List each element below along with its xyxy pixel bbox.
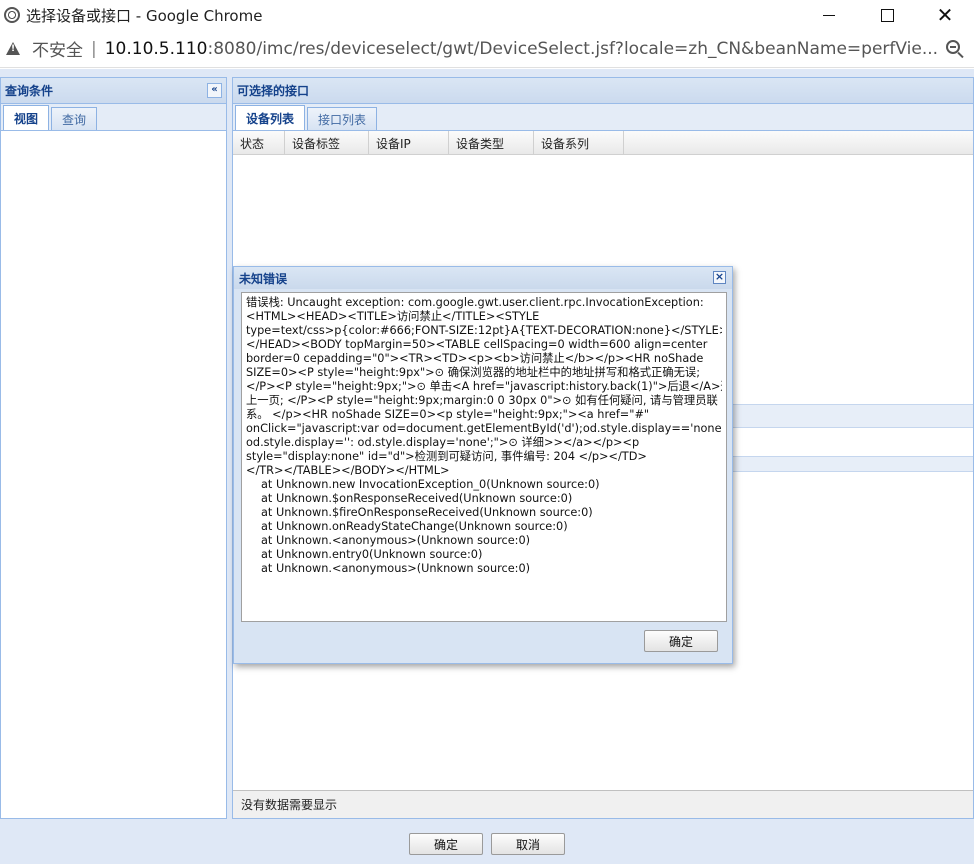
- dialog-close-icon[interactable]: ×: [713, 271, 726, 284]
- window-title: 选择设备或接口 - Google Chrome: [26, 6, 263, 25]
- error-message-line: 系。 </p><HR noShade SIZE=0><p style="heig…: [246, 408, 650, 421]
- stack-trace-line: at Unknown.<anonymous>(Unknown source:0): [261, 562, 531, 575]
- stack-trace-line: at Unknown.<anonymous>(Unknown source:0): [261, 534, 531, 547]
- error-message-line: </HEAD><BODY topMargin=50><TABLE cellSpa…: [246, 338, 708, 351]
- error-message-line: 上一页; </P><P style="height:9px;margin:0 0…: [246, 394, 718, 407]
- address-separator: |: [91, 38, 97, 59]
- error-message-line: </P><P style="height:9px;">⊙ 单击<A href="…: [246, 380, 722, 393]
- grid-header: 状态 设备标签 设备IP 设备类型 设备系列: [233, 131, 973, 155]
- error-message-line: od.style.display='': od.style.display='n…: [246, 436, 640, 449]
- error-message-line: SIZE=0><P style="height:9px">⊙ 确保浏览器的地址栏…: [246, 366, 701, 379]
- dialog-ok-button[interactable]: 确定: [644, 630, 718, 652]
- column-device-series[interactable]: 设备系列: [534, 131, 624, 155]
- right-tabstrip: 设备列表 接口列表: [233, 104, 973, 131]
- stack-trace-line: at Unknown.new InvocationException_0(Unk…: [261, 478, 600, 491]
- tab-device-list[interactable]: 设备列表: [235, 105, 306, 130]
- column-status[interactable]: 状态: [233, 131, 285, 155]
- dialog-header: 未知错误: [234, 267, 732, 289]
- unknown-error-dialog: 未知错误 × 错误栈: Uncaught exception: com.goog…: [233, 266, 733, 664]
- bottom-button-bar: 确定 取消: [0, 824, 974, 864]
- error-message-line: onClick="javascript:var od=document.getE…: [246, 422, 722, 435]
- selectable-interfaces-title: 可选择的接口: [237, 84, 310, 98]
- url-text[interactable]: 10.10.5.110:8080/imc/res/deviceselect/gw…: [105, 39, 938, 59]
- error-message-line: border=0 cepadding="0"><TR><TD><p><b>访问禁…: [246, 352, 704, 365]
- collapse-panel-icon[interactable]: «: [207, 83, 222, 98]
- chrome-app-icon: [4, 7, 20, 23]
- column-device-ip[interactable]: 设备IP: [369, 131, 449, 155]
- stack-trace-line: at Unknown.$fireOnResponseReceived(Unkno…: [261, 506, 593, 519]
- zoom-icon[interactable]: [946, 40, 960, 54]
- error-message-line: type=text/css>p{color:#666;FONT-SIZE:12p…: [246, 324, 722, 337]
- stack-trace-line: at Unknown.entry0(Unknown source:0): [261, 548, 483, 561]
- column-device-label[interactable]: 设备标签: [285, 131, 369, 155]
- security-label[interactable]: 不安全: [32, 36, 83, 61]
- query-conditions-header: 查询条件 «: [1, 78, 226, 104]
- window-titlebar: 选择设备或接口 - Google Chrome ✕: [0, 0, 974, 30]
- cancel-button[interactable]: 取消: [491, 833, 565, 855]
- minimize-button[interactable]: [800, 0, 858, 30]
- selectable-interfaces-header: 可选择的接口: [233, 78, 973, 104]
- stack-trace-line: at Unknown.onReadyStateChange(Unknown so…: [261, 520, 568, 533]
- url-path: :8080/imc/res/deviceselect/gwt/DeviceSel…: [207, 38, 939, 59]
- tab-view[interactable]: 视图: [3, 105, 50, 130]
- ok-button[interactable]: 确定: [409, 833, 483, 855]
- error-message-line: </TR></TABLE></BODY></HTML>: [246, 464, 450, 477]
- stack-trace-line: at Unknown.$onResponseReceived(Unknown s…: [261, 492, 573, 505]
- error-message-line: 错误栈: Uncaught exception: com.google.gwt.…: [246, 296, 704, 309]
- warning-icon[interactable]: [6, 42, 20, 55]
- url-host: 10.10.5.110: [104, 38, 208, 59]
- error-message-line: <HTML><HEAD><TITLE>访问禁止</TITLE><STYLE: [246, 310, 540, 323]
- maximize-button[interactable]: [858, 0, 916, 30]
- column-device-type[interactable]: 设备类型: [449, 131, 534, 155]
- grid-status-text: 没有数据需要显示: [233, 790, 973, 818]
- tab-interface-list[interactable]: 接口列表: [307, 107, 378, 130]
- tab-query[interactable]: 查询: [51, 107, 98, 130]
- query-conditions-title: 查询条件: [5, 84, 54, 98]
- query-conditions-panel: 查询条件 « 视图 查询: [0, 77, 227, 819]
- address-bar[interactable]: 不安全 | 10.10.5.110:8080/imc/res/devicesel…: [0, 30, 974, 68]
- left-tabstrip: 视图 查询: [1, 104, 226, 131]
- close-window-button[interactable]: ✕: [916, 0, 974, 30]
- error-message-line: style="display:none" id="d">检测到可疑访问, 事件编…: [246, 450, 647, 463]
- error-message-text[interactable]: 错误栈: Uncaught exception: com.google.gwt.…: [241, 292, 727, 622]
- dialog-title: 未知错误: [239, 271, 288, 286]
- window-controls: ✕: [800, 0, 974, 30]
